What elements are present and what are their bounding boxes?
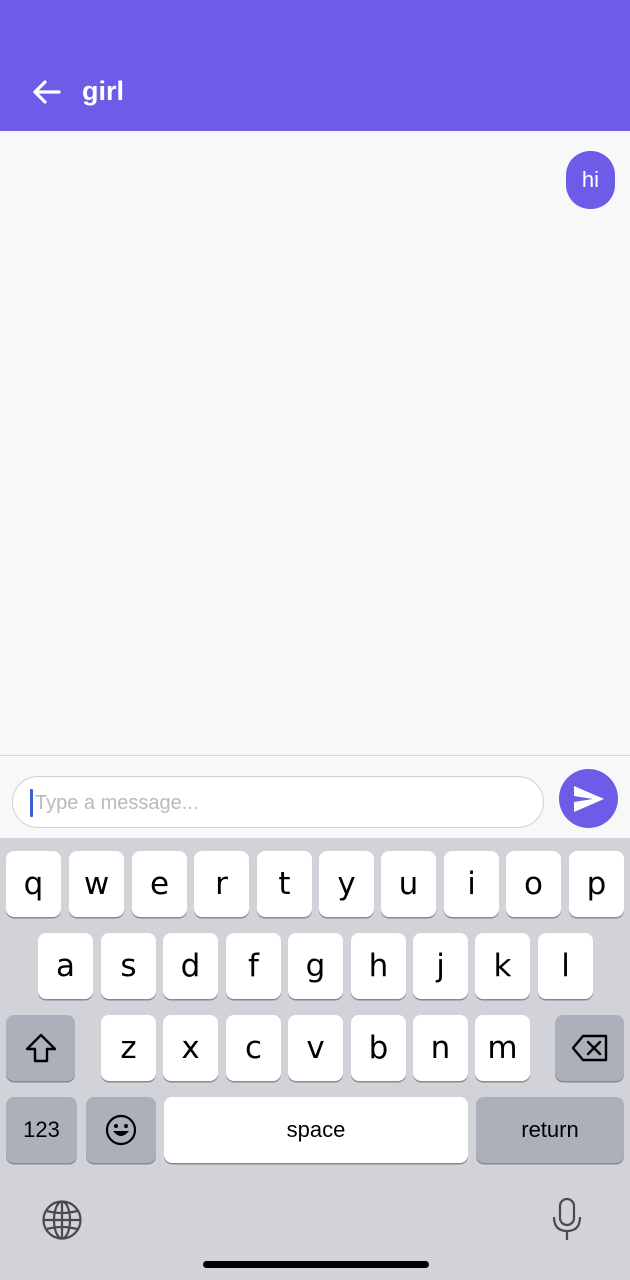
space-key[interactable]: space [164,1097,468,1163]
key-o[interactable]: o [506,851,561,917]
numbers-key-label: 123 [23,1117,60,1142]
key-w[interactable]: w [69,851,124,917]
paper-plane-icon [573,785,604,812]
key-x[interactable]: x [163,1015,218,1081]
key-z[interactable]: z [101,1015,156,1081]
key-v[interactable]: v [288,1015,343,1081]
backspace-key[interactable] [555,1015,624,1081]
return-key-label: return [521,1117,579,1142]
key-q[interactable]: q [6,851,61,917]
globe-key[interactable] [40,1198,84,1242]
key-i[interactable]: i [444,851,499,917]
shift-icon [25,1033,56,1063]
key-c[interactable]: c [226,1015,281,1081]
key-s[interactable]: s [101,933,156,999]
key-f[interactable]: f [226,933,281,999]
key-h[interactable]: h [351,933,406,999]
key-p[interactable]: p [569,851,624,917]
microphone-icon [552,1197,582,1240]
arrow-left-icon [33,80,61,104]
app-header: girl [0,0,630,131]
space-key-label: space [286,1117,346,1142]
emoji-icon [105,1114,137,1146]
emoji-key[interactable] [86,1097,156,1163]
back-button[interactable] [26,72,66,112]
home-indicator[interactable] [203,1261,429,1268]
send-button[interactable] [559,769,618,828]
chat-title: girl [82,76,125,106]
message-composer: Type a message... [0,755,630,838]
key-a[interactable]: a [38,933,93,999]
text-cursor [30,789,33,817]
key-j[interactable]: j [413,933,468,999]
globe-icon [42,1200,82,1240]
key-b[interactable]: b [351,1015,406,1081]
key-e[interactable]: e [132,851,187,917]
dictation-key[interactable] [547,1196,587,1244]
message-input[interactable]: Type a message... [12,776,544,828]
key-t[interactable]: t [257,851,312,917]
key-r[interactable]: r [194,851,249,917]
key-g[interactable]: g [288,933,343,999]
numbers-key[interactable]: 123 [6,1097,77,1163]
shift-key[interactable] [6,1015,75,1081]
key-y[interactable]: y [319,851,374,917]
key-u[interactable]: u [381,851,436,917]
return-key[interactable]: return [476,1097,624,1163]
sent-message-bubble[interactable]: hi [565,151,615,209]
onscreen-keyboard: q w e r t y u i o p a s d f g h j k l z … [0,838,630,1280]
key-m[interactable]: m [475,1015,530,1081]
key-k[interactable]: k [475,933,530,999]
backspace-icon [571,1034,607,1062]
message-list[interactable]: hi [0,131,630,755]
key-l[interactable]: l [538,933,593,999]
message-input-placeholder: Type a message... [35,792,199,814]
key-d[interactable]: d [163,933,218,999]
key-n[interactable]: n [413,1015,468,1081]
